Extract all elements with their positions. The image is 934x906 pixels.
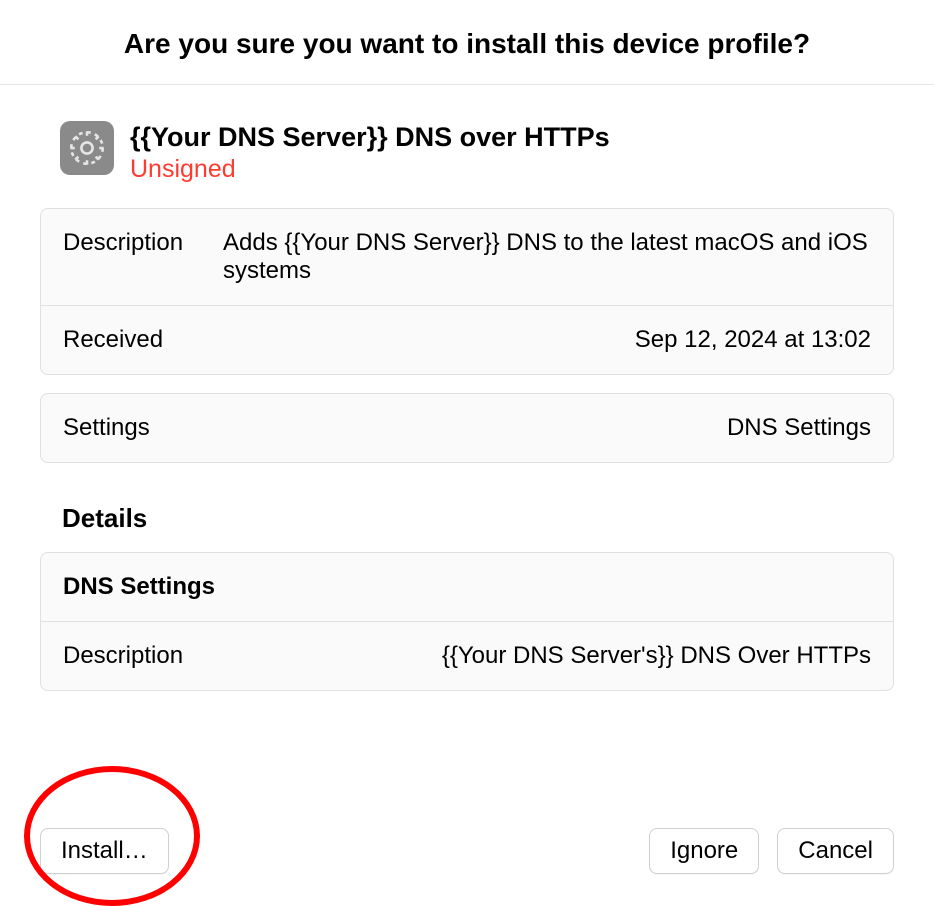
profile-signed-status: Unsigned: [130, 155, 610, 184]
gear-icon: [60, 121, 114, 175]
profile-title: {{Your DNS Server}} DNS over HTTPs: [130, 121, 610, 153]
profile-settings-card: Settings DNS Settings: [40, 393, 894, 463]
details-section-title: DNS Settings: [41, 553, 893, 622]
profile-header: {{Your DNS Server}} DNS over HTTPs Unsig…: [60, 121, 894, 184]
details-description-label: Description: [63, 642, 183, 670]
profile-title-block: {{Your DNS Server}} DNS over HTTPs Unsig…: [130, 121, 610, 184]
details-card: DNS Settings Description {{Your DNS Serv…: [40, 552, 894, 691]
dialog-title: Are you sure you want to install this de…: [20, 28, 914, 60]
description-value: Adds {{Your DNS Server}} DNS to the late…: [223, 229, 871, 285]
cancel-button[interactable]: Cancel: [777, 828, 894, 874]
received-row: Received Sep 12, 2024 at 13:02: [41, 306, 893, 374]
details-heading: Details: [62, 503, 894, 534]
received-value: Sep 12, 2024 at 13:02: [223, 326, 871, 354]
details-description-row: Description {{Your DNS Server's}} DNS Ov…: [41, 622, 893, 690]
settings-value: DNS Settings: [223, 414, 871, 442]
ignore-button[interactable]: Ignore: [649, 828, 759, 874]
profile-info-card: Description Adds {{Your DNS Server}} DNS…: [40, 208, 894, 375]
install-button[interactable]: Install…: [40, 828, 169, 874]
dialog-header: Are you sure you want to install this de…: [0, 0, 934, 85]
description-row: Description Adds {{Your DNS Server}} DNS…: [41, 209, 893, 306]
button-row: Install… Ignore Cancel: [40, 828, 894, 874]
settings-label: Settings: [63, 414, 223, 442]
settings-row: Settings DNS Settings: [41, 394, 893, 462]
details-description-value: {{Your DNS Server's}} DNS Over HTTPs: [183, 642, 871, 670]
description-label: Description: [63, 229, 223, 285]
button-group-right: Ignore Cancel: [649, 828, 894, 874]
dialog-content: {{Your DNS Server}} DNS over HTTPs Unsig…: [0, 85, 934, 691]
received-label: Received: [63, 326, 223, 354]
